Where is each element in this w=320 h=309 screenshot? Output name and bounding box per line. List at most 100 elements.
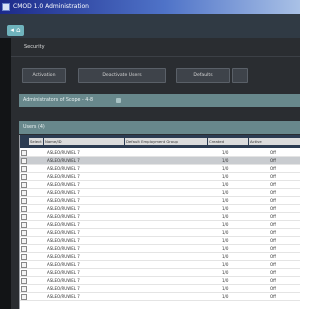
- table-row[interactable]: ASLEO/RUWEL 7 1/0 Off: [19, 285, 300, 293]
- cell-name: ASLEO/RUWEL 7: [47, 150, 80, 155]
- cell-name: ASLEO/RUWEL 7: [47, 254, 80, 259]
- row-checkbox[interactable]: [21, 238, 27, 244]
- table-row[interactable]: ASLEO/RUWEL 7 1/0 Off: [19, 261, 300, 269]
- row-checkbox[interactable]: [21, 182, 27, 188]
- filter-label: Administrators of Scope - 4-8: [23, 98, 94, 103]
- back-button[interactable]: ◂ ⌂: [7, 25, 24, 36]
- row-checkbox[interactable]: [21, 190, 27, 196]
- cell-created: 1/0: [222, 238, 229, 243]
- more-button[interactable]: [232, 68, 248, 83]
- table-row[interactable]: ASLEO/RUWEL 7 1/0 Off: [19, 293, 300, 301]
- cell-name: ASLEO/RUWEL 7: [47, 246, 80, 251]
- column-header-active[interactable]: Active: [249, 138, 300, 145]
- row-checkbox[interactable]: [21, 286, 27, 292]
- cell-name: ASLEO/RUWEL 7: [47, 166, 80, 171]
- table-row[interactable]: ASLEO/RUWEL 7 1/0 Off: [19, 165, 300, 173]
- cell-created: 1/0: [222, 262, 229, 267]
- table-row[interactable]: ASLEO/RUWEL 7 1/0 Off: [19, 221, 300, 229]
- cell-active: Off: [270, 214, 276, 219]
- row-checkbox[interactable]: [21, 294, 27, 300]
- row-checkbox[interactable]: [21, 174, 27, 180]
- cell-created: 1/0: [222, 222, 229, 227]
- activation-button[interactable]: Activation: [22, 68, 66, 83]
- row-checkbox[interactable]: [21, 254, 27, 260]
- cell-active: Off: [270, 294, 276, 299]
- table-row[interactable]: ASLEO/RUWEL 7 1/0 Off: [19, 229, 300, 237]
- cell-created: 1/0: [222, 254, 229, 259]
- table-row[interactable]: ASLEO/RUWEL 7 1/0 Off: [19, 277, 300, 285]
- row-checkbox[interactable]: [21, 150, 27, 156]
- cell-created: 1/0: [222, 206, 229, 211]
- cell-name: ASLEO/RUWEL 7: [47, 214, 80, 219]
- cell-name: ASLEO/RUWEL 7: [47, 230, 80, 235]
- table-row[interactable]: ASLEO/RUWEL 7 1/0 Off: [19, 205, 300, 213]
- table-row[interactable]: ASLEO/RUWEL 7 1/0 Off: [19, 245, 300, 253]
- left-gutter: [0, 38, 11, 309]
- toolbar: [0, 14, 300, 38]
- cell-created: 1/0: [222, 278, 229, 283]
- row-checkbox[interactable]: [21, 198, 27, 204]
- group-label: Users (4): [23, 125, 45, 130]
- column-header-group[interactable]: Default Employment Group: [125, 138, 207, 145]
- cell-created: 1/0: [222, 246, 229, 251]
- cell-active: Off: [270, 254, 276, 259]
- breadcrumb[interactable]: Security: [24, 44, 45, 50]
- table-row[interactable]: ASLEO/RUWEL 7 1/0 Off: [19, 269, 300, 277]
- cell-name: ASLEO/RUWEL 7: [47, 174, 80, 179]
- cell-created: 1/0: [222, 294, 229, 299]
- table-row[interactable]: ASLEO/RUWEL 7 1/0 Off: [19, 157, 300, 165]
- cell-name: ASLEO/RUWEL 7: [47, 198, 80, 203]
- row-checkbox[interactable]: [21, 246, 27, 252]
- column-header-select[interactable]: Select: [29, 138, 43, 145]
- column-header-created[interactable]: Created: [208, 138, 248, 145]
- cell-active: Off: [270, 198, 276, 203]
- cell-created: 1/0: [222, 286, 229, 291]
- defaults-button[interactable]: Defaults: [176, 68, 230, 83]
- expand-icon[interactable]: [116, 98, 121, 103]
- grid-border: [19, 135, 20, 309]
- table-row[interactable]: ASLEO/RUWEL 7 1/0 Off: [19, 189, 300, 197]
- filter-bar[interactable]: Administrators of Scope - 4-8: [19, 94, 300, 107]
- cell-created: 1/0: [222, 230, 229, 235]
- cell-active: Off: [270, 158, 276, 163]
- cell-active: Off: [270, 190, 276, 195]
- row-checkbox[interactable]: [21, 222, 27, 228]
- row-checkbox[interactable]: [21, 278, 27, 284]
- cell-created: 1/0: [222, 166, 229, 171]
- cell-name: ASLEO/RUWEL 7: [47, 278, 80, 283]
- row-checkbox[interactable]: [21, 206, 27, 212]
- cell-active: Off: [270, 270, 276, 275]
- table-row[interactable]: ASLEO/RUWEL 7 1/0 Off: [19, 181, 300, 189]
- cell-created: 1/0: [222, 150, 229, 155]
- cell-created: 1/0: [222, 198, 229, 203]
- cell-name: ASLEO/RUWEL 7: [47, 190, 80, 195]
- cell-active: Off: [270, 230, 276, 235]
- cell-name: ASLEO/RUWEL 7: [47, 222, 80, 227]
- cell-created: 1/0: [222, 270, 229, 275]
- table-row[interactable]: ASLEO/RUWEL 7 1/0 Off: [19, 197, 300, 205]
- table-row[interactable]: ASLEO/RUWEL 7 1/0 Off: [19, 149, 300, 157]
- cell-active: Off: [270, 286, 276, 291]
- group-bar[interactable]: Users (4): [19, 121, 300, 134]
- cell-active: Off: [270, 278, 276, 283]
- row-checkbox[interactable]: [21, 166, 27, 172]
- window-title: CMOD 1.0 Administration: [13, 3, 89, 10]
- column-header-name[interactable]: Name/ID: [44, 138, 124, 145]
- application-window: CMOD 1.0 Administration ◂ ⌂ Security Act…: [0, 0, 300, 309]
- row-checkbox[interactable]: [21, 214, 27, 220]
- cell-active: Off: [270, 246, 276, 251]
- table-row[interactable]: ASLEO/RUWEL 7 1/0 Off: [19, 213, 300, 221]
- row-checkbox[interactable]: [21, 158, 27, 164]
- title-bar[interactable]: CMOD 1.0 Administration: [0, 0, 300, 14]
- cell-name: ASLEO/RUWEL 7: [47, 286, 80, 291]
- row-checkbox[interactable]: [21, 262, 27, 268]
- deactivate-users-button[interactable]: Deactivate Users: [78, 68, 166, 83]
- row-checkbox[interactable]: [21, 230, 27, 236]
- cell-created: 1/0: [222, 158, 229, 163]
- table-row[interactable]: ASLEO/RUWEL 7 1/0 Off: [19, 173, 300, 181]
- row-checkbox[interactable]: [21, 270, 27, 276]
- table-row[interactable]: ASLEO/RUWEL 7 1/0 Off: [19, 237, 300, 245]
- cell-name: ASLEO/RUWEL 7: [47, 158, 80, 163]
- table-row[interactable]: ASLEO/RUWEL 7 1/0 Off: [19, 253, 300, 261]
- cell-name: ASLEO/RUWEL 7: [47, 238, 80, 243]
